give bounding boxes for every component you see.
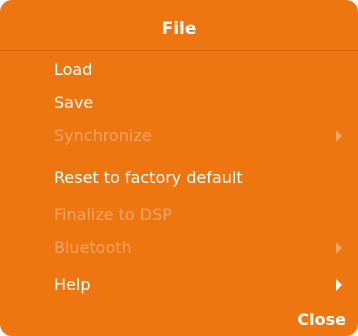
menu-item-label: Load bbox=[54, 60, 93, 79]
menu-item-synchronize: Synchronize bbox=[0, 119, 358, 152]
menu-item-label: Help bbox=[54, 275, 91, 294]
title-divider bbox=[0, 50, 358, 51]
close-button[interactable]: Close bbox=[297, 309, 346, 331]
file-menu-panel: File Load Save Synchronize Reset to fact… bbox=[0, 0, 358, 336]
menu-item-save[interactable]: Save bbox=[0, 86, 358, 119]
menu-item-finalize-to-dsp: Finalize to DSP bbox=[0, 198, 358, 231]
menu-item-load[interactable]: Load bbox=[0, 53, 358, 86]
chevron-right-icon bbox=[336, 242, 342, 254]
menu-item-label: Bluetooth bbox=[54, 238, 132, 257]
menu-item-bluetooth: Bluetooth bbox=[0, 231, 358, 264]
menu-item-label: Finalize to DSP bbox=[54, 205, 172, 224]
chevron-right-icon bbox=[336, 130, 342, 142]
menu-title: File bbox=[161, 19, 197, 39]
menu-item-label: Save bbox=[54, 93, 94, 112]
menu-item-label: Synchronize bbox=[54, 126, 152, 145]
menu-item-help[interactable]: Help bbox=[0, 268, 358, 301]
menu-item-label: Reset to factory default bbox=[54, 168, 243, 187]
chevron-right-icon bbox=[336, 279, 342, 291]
menu-item-reset-to-factory-default[interactable]: Reset to factory default bbox=[0, 161, 358, 194]
